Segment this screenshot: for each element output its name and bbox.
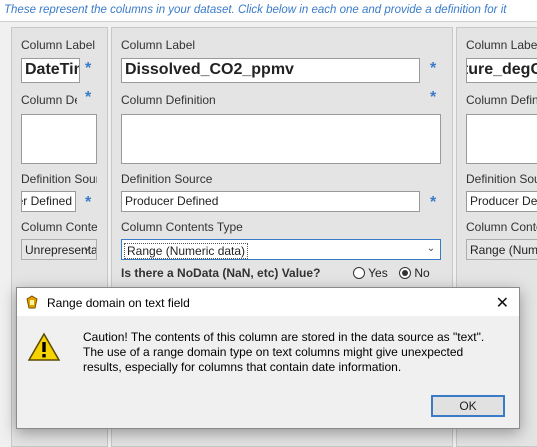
column-label-caption: Column Label: [121, 38, 196, 52]
column-label-value: Temperature_degC: [467, 61, 537, 78]
instruction-text: These represent the columns in your data…: [4, 4, 507, 16]
column-definition-caption: Column Definition: [121, 93, 216, 107]
app-icon: [26, 295, 38, 309]
contents-type-select[interactable]: Range (Numeric data): [466, 239, 537, 260]
column-definition-input[interactable]: [466, 114, 537, 164]
definition-source-caption: Definition Source: [466, 172, 537, 186]
column-label-input[interactable]: Temperature_degC: [466, 58, 537, 83]
close-icon[interactable]: ✕: [496, 293, 509, 313]
required-marker: *: [430, 89, 437, 106]
nodata-yes-label: Yes: [368, 266, 388, 280]
contents-type-select[interactable]: Unrepresentable ⌄: [21, 239, 97, 260]
definition-source-caption: Definition Source: [21, 172, 97, 186]
required-marker: *: [85, 194, 92, 211]
required-marker: *: [85, 89, 92, 106]
contents-type-caption: Column Contents Type: [121, 220, 243, 234]
radio-circle-icon: [353, 267, 365, 279]
definition-source-value: Producer Defined: [22, 194, 72, 208]
required-marker: *: [430, 60, 437, 77]
range-domain-dialog: Range domain on text field ✕ Caution! Th…: [16, 287, 520, 429]
nodata-no-label: No: [414, 266, 430, 280]
nodata-yes-radio[interactable]: Yes: [353, 266, 388, 280]
dialog-message: Caution! The contents of this column are…: [83, 330, 485, 374]
chevron-down-icon: ⌄: [426, 243, 436, 254]
nodata-row: Is there a NoData (NaN, etc) Value? Yes …: [121, 266, 443, 286]
ok-button[interactable]: OK: [431, 395, 505, 417]
dialog-body: Caution! The contents of this column are…: [17, 316, 519, 428]
definition-source-caption: Definition Source: [121, 172, 213, 186]
column-label-caption: Column Label: [21, 38, 96, 52]
column-label-caption: Column Label: [466, 38, 537, 52]
definition-source-input[interactable]: Producer Defined: [466, 191, 537, 212]
contents-type-value: Range (Numeric data): [470, 243, 537, 257]
contents-type-value: Range (Numeric data): [124, 243, 249, 259]
radio-selected-icon: [399, 267, 411, 279]
instruction-banner: These represent the columns in your data…: [0, 0, 537, 22]
dialog-titlebar[interactable]: Range domain on text field ✕: [17, 288, 519, 316]
nodata-question: Is there a NoData (NaN, etc) Value?: [121, 266, 321, 280]
contents-type-select[interactable]: Range (Numeric data) ⌄: [121, 239, 441, 260]
nodata-no-radio[interactable]: No: [399, 266, 430, 280]
definition-source-input[interactable]: Producer Defined: [121, 191, 420, 212]
required-marker: *: [430, 194, 437, 211]
chevron-down-icon: ⌄: [82, 243, 92, 254]
definition-source-input[interactable]: Producer Defined: [21, 191, 76, 212]
column-label-input[interactable]: Dissolved_CO2_ppmv: [121, 58, 420, 83]
required-marker: *: [85, 60, 92, 77]
warning-icon: [27, 332, 61, 361]
dialog-title: Range domain on text field: [47, 296, 190, 310]
contents-type-caption: Column Contents Type: [466, 220, 537, 234]
column-definition-caption: Column Definition: [466, 93, 537, 107]
column-definition-caption: Column Definition: [21, 93, 77, 107]
column-label-input[interactable]: DateTime: [21, 58, 80, 83]
column-definition-input[interactable]: [21, 114, 97, 164]
column-definition-input[interactable]: [121, 114, 441, 164]
contents-type-caption: Column Contents Type: [21, 220, 97, 234]
